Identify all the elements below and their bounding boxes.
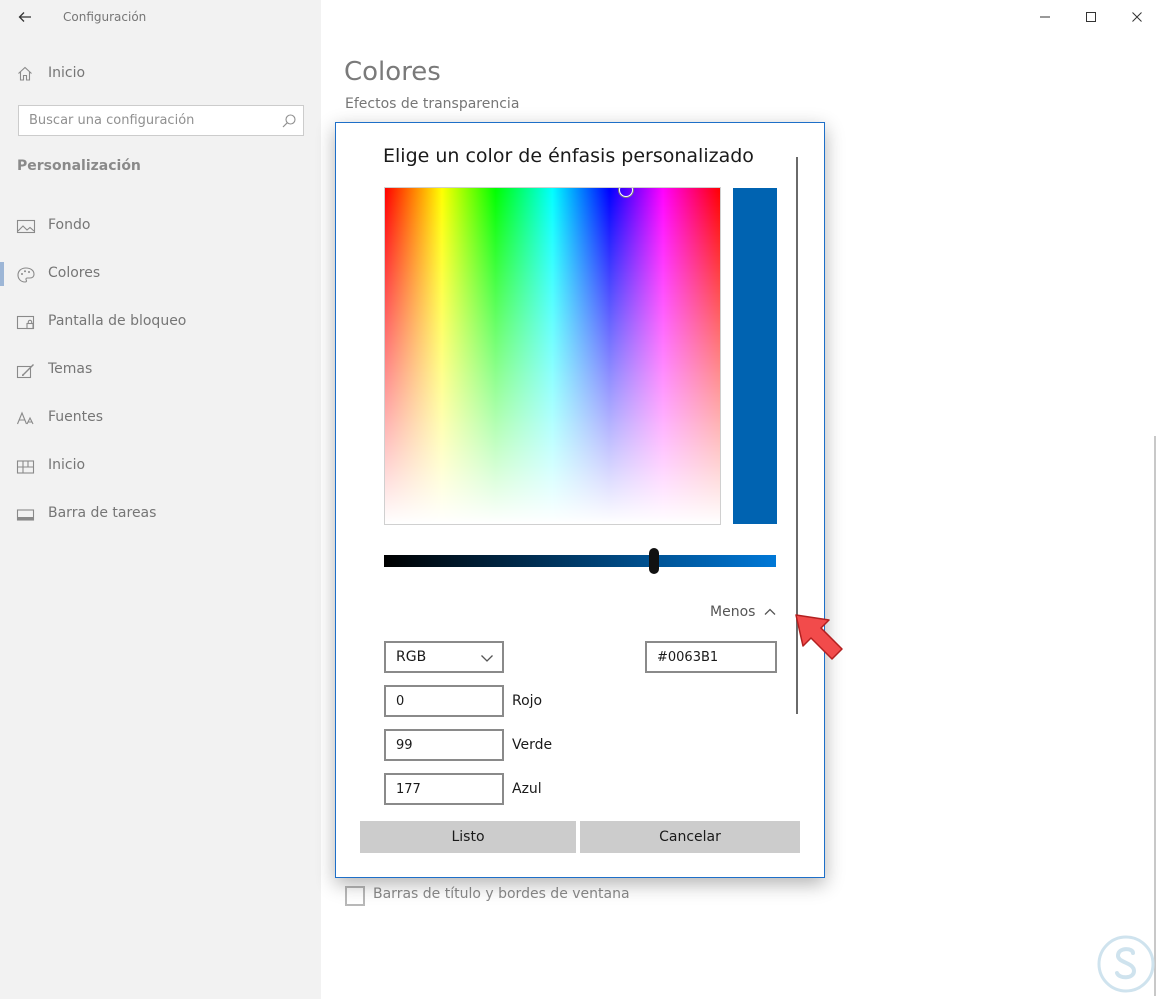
palette-icon	[17, 267, 35, 283]
font-icon	[16, 411, 34, 425]
sidebar-item-label: Temas	[48, 361, 93, 377]
title-bars-checkbox-label: Barras de título y bordes de ventana	[373, 886, 630, 902]
dialog-title: Elige un color de énfasis personalizado	[383, 145, 754, 167]
back-button[interactable]	[10, 4, 40, 30]
annotation-arrow-icon	[795, 614, 843, 660]
image-icon	[16, 219, 36, 234]
sidebar-item-label: Pantalla de bloqueo	[48, 313, 187, 329]
transparency-effects-label: Efectos de transparencia	[345, 96, 520, 112]
blue-label: Azul	[512, 781, 542, 797]
maximize-icon	[1086, 12, 1096, 22]
green-label: Verde	[512, 737, 553, 753]
value-slider[interactable]	[384, 555, 776, 567]
minimize-icon	[1040, 16, 1050, 18]
spectrum-picker-handle[interactable]	[619, 188, 633, 197]
sidebar-item-label: Fuentes	[48, 409, 104, 425]
search-input[interactable]	[19, 106, 277, 135]
hex-input[interactable]	[645, 641, 777, 673]
red-label: Rojo	[512, 693, 543, 709]
blue-input[interactable]	[384, 773, 504, 805]
sidebar-item-temas[interactable]: Temas	[0, 352, 321, 400]
taskbar-icon	[16, 509, 35, 521]
sidebar-item-label: Fondo	[48, 217, 91, 233]
back-arrow-icon	[18, 12, 31, 22]
value-slider-thumb[interactable]	[649, 548, 660, 574]
color-preview	[733, 188, 777, 524]
search-box	[18, 105, 304, 136]
watermark-logo	[1097, 935, 1155, 993]
minimize-button[interactable]	[1022, 0, 1068, 34]
sidebar-item-label: Inicio	[48, 457, 86, 473]
sidebar-item-fuentes[interactable]: Fuentes	[0, 400, 321, 448]
chevron-up-icon	[764, 608, 776, 615]
color-spectrum[interactable]	[384, 187, 721, 525]
title-bars-checkbox[interactable]	[345, 886, 365, 906]
close-button[interactable]	[1114, 0, 1160, 34]
green-input[interactable]	[384, 729, 504, 761]
done-button[interactable]: Listo	[360, 821, 576, 853]
lock-screen-icon	[16, 315, 35, 330]
main-scrollbar[interactable]	[1154, 436, 1156, 996]
chevron-down-icon	[481, 655, 493, 662]
sidebar-item-barra-de-tareas[interactable]: Barra de tareas	[0, 496, 321, 544]
window-controls	[1022, 0, 1160, 34]
sidebar-item-inicio[interactable]: Inicio	[0, 448, 321, 496]
color-mode-value: RGB	[396, 649, 427, 665]
red-input[interactable]	[384, 685, 504, 717]
home-icon	[18, 66, 32, 81]
less-toggle[interactable]: Menos	[710, 604, 777, 620]
sidebar-item-pantalla-de-bloqueo[interactable]: Pantalla de bloqueo	[0, 304, 321, 352]
sidebar-item-label: Barra de tareas	[48, 505, 157, 521]
search-icon[interactable]	[281, 113, 297, 129]
close-icon	[1132, 12, 1142, 22]
cancel-button[interactable]: Cancelar	[580, 821, 800, 853]
sidebar-item-label: Colores	[48, 265, 101, 281]
sidebar-item-home[interactable]: Inicio	[0, 58, 321, 90]
custom-accent-color-dialog: Elige un color de énfasis personalizado …	[335, 122, 825, 878]
sidebar-item-fondo[interactable]: Fondo	[0, 208, 321, 256]
app-title: Configuración	[63, 10, 147, 24]
section-title: Personalización	[17, 158, 141, 174]
start-grid-icon	[16, 460, 35, 474]
sidebar-nav: Fondo Colores Pantalla de bloqueo Temas …	[0, 208, 321, 544]
sidebar-item-label: Inicio	[48, 65, 86, 81]
sidebar-item-colores[interactable]: Colores	[0, 256, 321, 304]
maximize-button[interactable]	[1068, 0, 1114, 34]
less-label: Menos	[710, 604, 756, 620]
sidebar: Configuración Inicio Personalización Fon…	[0, 0, 321, 999]
color-mode-dropdown[interactable]: RGB	[384, 641, 504, 673]
themes-brush-icon	[16, 364, 34, 379]
page-title: Colores	[344, 57, 441, 87]
